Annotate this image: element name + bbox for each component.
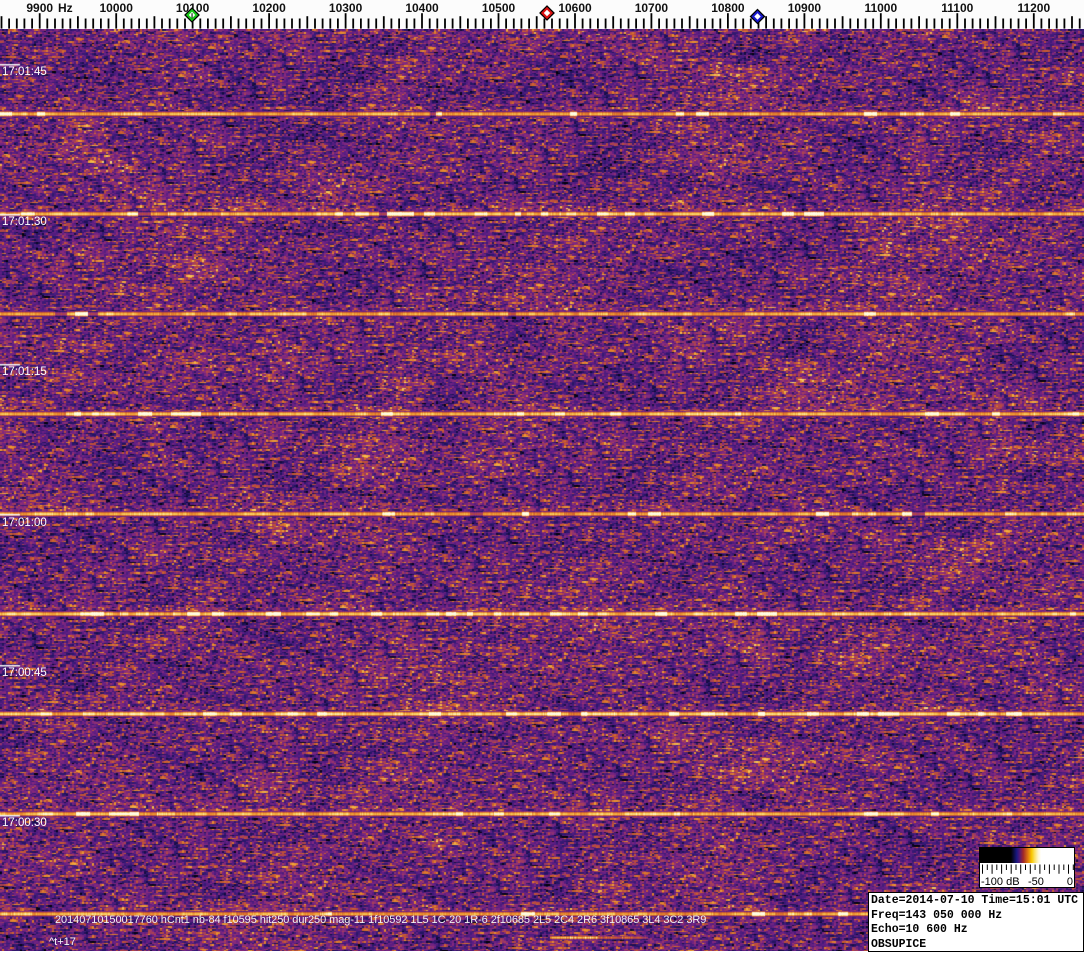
svg-text:-50: -50 [1028,876,1044,887]
svg-text:-100 dB: -100 dB [981,876,1020,887]
svg-text:0: 0 [1067,876,1073,887]
